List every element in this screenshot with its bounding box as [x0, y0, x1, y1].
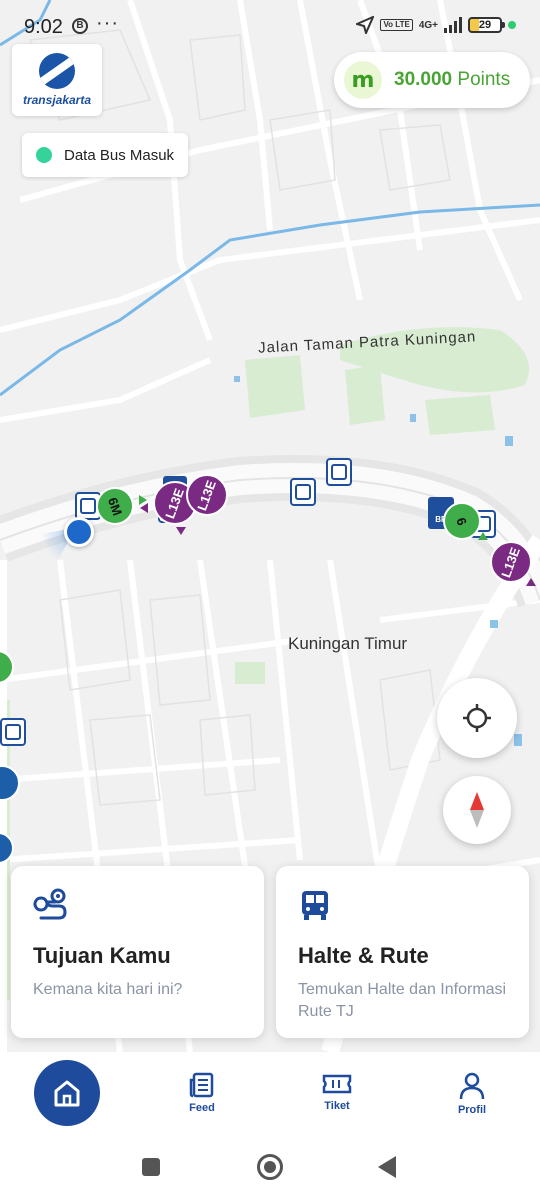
feed-icon	[189, 1072, 214, 1098]
bus-data-label: Data Bus Masuk	[64, 146, 175, 164]
current-location-marker	[64, 517, 94, 547]
crosshair-icon	[463, 704, 491, 732]
bus-direction-icon	[176, 527, 186, 535]
bus-marker[interactable]: L13E	[186, 474, 228, 516]
card-title: Halte & Rute	[298, 943, 429, 968]
destination-card[interactable]: Tujuan Kamu Kemana kita hari ini?	[11, 866, 264, 1038]
bus-direction-icon	[478, 532, 488, 540]
nav-home-button[interactable]	[34, 1060, 100, 1126]
bus-marker[interactable]: 6M	[96, 487, 134, 525]
bus-marker[interactable]: L13E	[490, 541, 532, 583]
bus-stop-icon[interactable]	[0, 718, 26, 746]
network-type: 4G+	[418, 19, 438, 31]
card-subtitle: Temukan Halte dan Informasi Rute TJ	[298, 981, 507, 1020]
location-arrow-icon	[356, 16, 375, 34]
volte-icon: Vo LTE	[380, 19, 413, 31]
nav-tiket[interactable]: Tiket	[297, 1072, 377, 1112]
points-pill[interactable]: m 30.000 Points	[334, 52, 530, 108]
home-icon	[54, 1080, 80, 1107]
more-notifications-icon: ···	[96, 12, 119, 34]
points-icon-letter: m	[351, 67, 375, 93]
bus-route-label: L13E	[498, 544, 524, 580]
bus-route-label: 6M	[104, 494, 126, 518]
points-icon: m	[344, 61, 382, 99]
status-dot-icon	[36, 147, 52, 163]
clock: 9:02	[24, 16, 63, 38]
bus-route-label: L13E	[194, 477, 220, 513]
compass-button[interactable]	[443, 776, 511, 844]
bus-data-chip[interactable]: Data Bus Masuk	[22, 133, 188, 177]
card-title: Tujuan Kamu	[33, 943, 171, 968]
nav-tiket-label: Tiket	[324, 1100, 350, 1112]
nav-profil-label: Profil	[457, 1104, 487, 1116]
back-button[interactable]	[378, 1156, 396, 1178]
my-location-button[interactable]	[437, 678, 517, 758]
ticket-icon	[322, 1074, 352, 1094]
profile-icon	[459, 1072, 485, 1100]
points-value: 30.000 Points	[394, 69, 510, 91]
bus-route-label: L13E	[162, 485, 188, 521]
status-bar: 9:02 B ··· Vo LTE 4G+ 29	[0, 0, 540, 50]
points-unit: Points	[457, 69, 511, 90]
bus-stop-icon[interactable]	[326, 458, 352, 486]
signal-icon	[444, 17, 462, 33]
route-icon	[33, 888, 67, 920]
bus-route-label: 6	[453, 515, 471, 527]
nav-profil[interactable]: Profil	[432, 1072, 512, 1116]
bus-direction-icon	[140, 503, 148, 513]
system-navigation-bar	[0, 1142, 540, 1200]
points-amount: 30.000	[394, 69, 453, 90]
system-home-button[interactable]	[257, 1154, 283, 1180]
area-label: Kuningan Timur	[288, 634, 408, 653]
card-subtitle: Kemana kita hari ini?	[33, 981, 183, 998]
battery-icon: 29	[468, 17, 505, 33]
bus-icon	[302, 891, 328, 920]
bus-stop-icon[interactable]	[290, 478, 316, 506]
bottom-navigation: Feed Tiket Profil	[0, 1052, 540, 1142]
bus-direction-icon	[526, 578, 536, 586]
stops-routes-card[interactable]: Halte & Rute Temukan Halte dan Informasi…	[276, 866, 529, 1038]
notification-icon: B	[72, 18, 88, 34]
nav-feed-label: Feed	[189, 1102, 215, 1114]
logo-mark-icon	[39, 53, 75, 89]
privacy-dot-icon	[508, 21, 516, 29]
compass-icon	[470, 792, 484, 828]
transjakarta-logo: transjakarta	[12, 44, 102, 116]
logo-text: transjakarta	[22, 93, 92, 107]
nav-feed[interactable]: Feed	[162, 1072, 242, 1114]
app-root: Jalan Taman Patra Kuningan Kuningan Timu…	[0, 0, 540, 1200]
bus-marker[interactable]: 6	[443, 502, 481, 540]
recent-apps-button[interactable]	[142, 1158, 160, 1176]
